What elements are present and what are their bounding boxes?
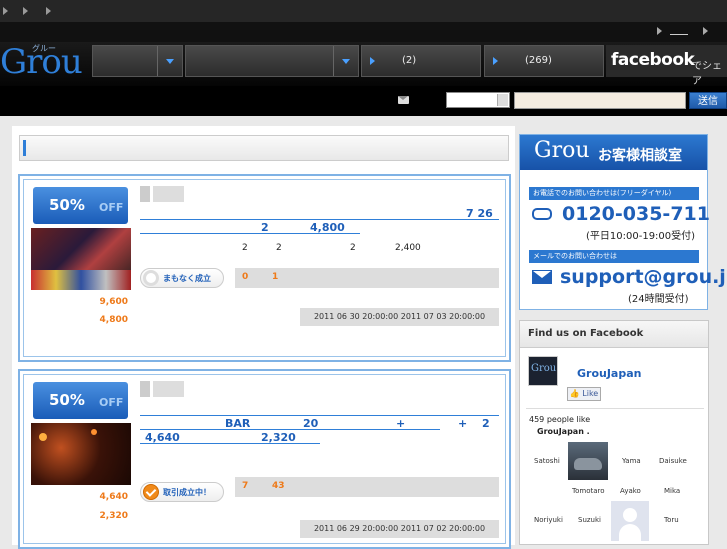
- top-arrow-icon[interactable]: [23, 7, 28, 15]
- deal-price: 2,320: [99, 511, 128, 521]
- title-underline: [140, 219, 499, 220]
- top-link-1[interactable]: [657, 27, 688, 38]
- nav-current-deals[interactable]: (2): [361, 45, 481, 77]
- title-underline: [140, 429, 440, 430]
- title-underline: [140, 415, 499, 416]
- friend-name[interactable]: Toru: [664, 516, 679, 524]
- status-ring-icon: [143, 270, 159, 286]
- photo-light: [39, 433, 47, 441]
- top-arrow-icon[interactable]: [46, 7, 51, 15]
- friend-avatar[interactable]: [568, 442, 608, 480]
- area-select-small[interactable]: [446, 92, 510, 108]
- deal-title-text[interactable]: +: [458, 417, 467, 430]
- friend-name[interactable]: Daisuke: [659, 457, 687, 465]
- deal-period: 2011 06 30 20:00:00 2011 07 03 20:00:00: [300, 308, 499, 326]
- purchase-stats: 7 43: [235, 477, 499, 497]
- link-underline: [670, 34, 688, 35]
- deal-area-tag: [140, 381, 184, 397]
- arrow-icon: [370, 57, 375, 65]
- support-email[interactable]: support@grou.jp: [560, 266, 727, 288]
- mail-label: メールでのお問い合わせは: [529, 250, 699, 263]
- deal-status-button[interactable]: まもなく成立: [140, 268, 224, 288]
- check-mark: [145, 486, 157, 497]
- purchase-stats: 0 1: [235, 268, 499, 288]
- facebook-like-button[interactable]: 👍 Like: [567, 387, 601, 401]
- deal-card[interactable]: 50% OFF 9,600 4,800 7 26 2 4,800 2 2 2 2…: [18, 174, 511, 362]
- nav-past-deals[interactable]: (269): [484, 45, 604, 77]
- deal-price: 4,800: [99, 315, 128, 325]
- original-price: 4,640: [99, 492, 128, 502]
- friend-name[interactable]: Yama: [622, 457, 641, 465]
- chevron-down-icon: [497, 94, 508, 106]
- facebook-share-button[interactable]: facebook でシェア: [606, 45, 727, 87]
- deal-detail: 2,400: [395, 243, 421, 253]
- arrow-icon: [703, 27, 708, 35]
- thumbs-up-icon: 👍: [569, 389, 580, 398]
- friend-name[interactable]: Tomotaro: [572, 487, 605, 495]
- support-title: お客様相談室: [598, 148, 682, 164]
- submit-button[interactable]: 送信: [689, 92, 727, 109]
- area-select[interactable]: [92, 45, 183, 77]
- deal-area-tag: [140, 186, 184, 202]
- top-bar: [0, 0, 727, 22]
- deal-title-text[interactable]: 2: [482, 417, 490, 430]
- phone-hours: (平日10:00-19:00受付): [586, 231, 696, 242]
- friend-avatar[interactable]: [611, 501, 649, 541]
- deal-photo[interactable]: [31, 423, 131, 485]
- facebook-box-title: Find us on Facebook: [520, 321, 708, 348]
- support-phone[interactable]: 0120-035-711: [562, 203, 710, 225]
- deal-photo[interactable]: [31, 228, 131, 290]
- like-count: 459 people like: [529, 415, 591, 424]
- deal-detail: 2: [276, 243, 282, 253]
- original-price: 9,600: [99, 297, 128, 307]
- divider: [526, 408, 704, 409]
- arrow-icon: [493, 57, 498, 65]
- facebook-page-logo[interactable]: Grou: [528, 356, 558, 386]
- discount-badge: 50% OFF: [33, 382, 128, 419]
- envelope-icon: [532, 270, 552, 284]
- grou-logo: Grou: [534, 138, 590, 163]
- arrow-icon: [657, 27, 662, 35]
- deal-card[interactable]: 50% OFF 4,640 2,320 BAR 20 + + 2 4,640 2…: [18, 369, 511, 549]
- friend-name[interactable]: Satoshi: [534, 457, 560, 465]
- like-page-name: GrouJapan .: [537, 427, 590, 436]
- deal-detail: 2: [350, 243, 356, 253]
- mail-icon: [398, 96, 409, 104]
- freedial-icon: [532, 208, 552, 220]
- friend-name[interactable]: Mika: [664, 487, 680, 495]
- photo-light: [91, 429, 97, 435]
- friend-name[interactable]: Ayako: [620, 487, 641, 495]
- deal-status-button[interactable]: 取引成立中！: [140, 482, 224, 502]
- email-input[interactable]: [514, 92, 686, 109]
- top-link-bar: [0, 22, 727, 42]
- friend-name[interactable]: Suzuki: [578, 516, 601, 524]
- logo-kana: グルー: [32, 44, 56, 53]
- deal-period: 2011 06 29 20:00:00 2011 07 02 20:00:00: [300, 520, 499, 538]
- category-select[interactable]: [185, 45, 359, 77]
- support-header: Grou お客様相談室: [520, 135, 707, 170]
- friend-name[interactable]: Noriyuki: [534, 516, 563, 524]
- chevron-down-icon: [333, 46, 358, 76]
- discount-badge: 50% OFF: [33, 187, 128, 224]
- facebook-page-name[interactable]: GrouJapan: [577, 367, 642, 380]
- title-underline: [140, 443, 320, 444]
- phone-label: お電話でのお問い合わせは(フリーダイヤル): [529, 187, 699, 200]
- envelope-flap: [533, 271, 551, 278]
- photo-crowd: [31, 270, 131, 290]
- top-arrow-icon[interactable]: [3, 7, 8, 15]
- chevron-down-icon: [157, 46, 182, 76]
- mail-hours: (24時間受付): [628, 294, 689, 305]
- deal-detail: 2: [242, 243, 248, 253]
- check-icon: [143, 484, 159, 500]
- title-underline: [140, 233, 360, 234]
- breadcrumb: [19, 135, 509, 161]
